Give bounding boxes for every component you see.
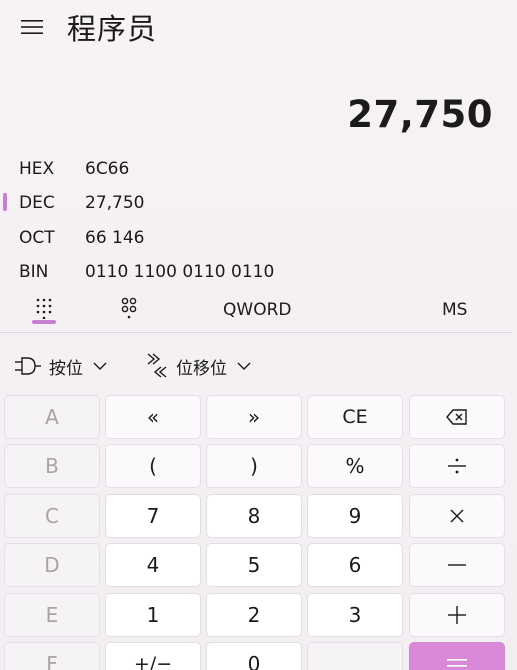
radix-label: DEC [19,193,55,213]
minus-icon [448,564,466,566]
radix-row-bin[interactable]: BIN 0110 1100 0110 0110 [0,256,400,286]
radix-value: 0110 1100 0110 0110 [85,262,275,282]
clear-entry-button[interactable]: CE [307,395,403,439]
backspace-icon [446,409,467,425]
percent-button[interactable]: % [307,444,403,488]
decimal-button[interactable] [307,642,403,670]
key-a[interactable]: A [4,395,100,439]
key-b[interactable]: B [4,444,100,488]
memory-store-button[interactable]: MS [442,300,467,320]
keypad-grid-icon [36,298,52,319]
radix-row-hex[interactable]: HEX 6C66 [0,153,400,183]
selection-indicator [3,193,7,211]
divide-icon [448,458,466,474]
subtract-button[interactable] [409,543,505,587]
tab-bit-toggling-keypad[interactable] [113,292,145,324]
hamburger-icon [21,20,43,34]
bitshift-dropdown[interactable]: 位移位 [146,349,251,383]
key-c[interactable]: C [4,494,100,538]
digit-5-button[interactable]: 5 [206,543,302,587]
digit-6-button[interactable]: 6 [307,543,403,587]
radix-value: 27,750 [85,193,145,213]
bit-shift-icon [147,353,167,378]
add-button[interactable] [409,593,505,637]
header: 程序员 [0,0,517,56]
digit-9-button[interactable]: 9 [307,494,403,538]
digit-7-button[interactable]: 7 [105,494,201,538]
chevron-down-icon [93,362,107,370]
radix-value: 6C66 [85,159,130,179]
digit-0-button[interactable]: 0 [206,642,302,670]
hamburger-menu-button[interactable] [14,10,50,44]
divider [0,332,513,333]
bitwise-label: 按位 [49,358,83,379]
calculator-window: 程序员 27,750 HEX 6C66 DEC 27,750 OCT 66 14… [0,0,517,670]
word-size-button[interactable]: QWORD [223,300,291,320]
right-shift-button[interactable]: » [206,395,302,439]
radix-row-dec[interactable]: DEC 27,750 [0,187,400,217]
multiply-button[interactable] [409,494,505,538]
key-d[interactable]: D [4,543,100,587]
multiply-icon [450,509,464,523]
bitshift-label: 位移位 [176,358,227,379]
right-paren-button[interactable]: ) [206,444,302,488]
digit-1-button[interactable]: 1 [105,593,201,637]
radix-label: BIN [19,262,49,282]
active-tab-indicator [32,320,56,324]
backspace-button[interactable] [409,395,505,439]
radix-value: 66 146 [85,228,145,248]
negate-button[interactable]: +/− [105,642,201,670]
radix-label: HEX [19,159,55,179]
chevron-down-icon [237,362,251,370]
digit-2-button[interactable]: 2 [206,593,302,637]
bit-toggle-icon [121,297,137,319]
left-shift-button[interactable]: « [105,395,201,439]
plus-icon [448,606,466,624]
page-title: 程序员 [67,12,158,46]
digit-8-button[interactable]: 8 [206,494,302,538]
key-e[interactable]: E [4,593,100,637]
digit-4-button[interactable]: 4 [105,543,201,587]
result-display: 27,750 [347,93,493,136]
key-f[interactable]: F [4,642,100,670]
divide-button[interactable] [409,444,505,488]
logic-gate-icon [15,357,41,375]
radix-label: OCT [19,228,55,248]
left-paren-button[interactable]: ( [105,444,201,488]
bitwise-dropdown[interactable]: 按位 [15,349,107,383]
digit-3-button[interactable]: 3 [307,593,403,637]
equals-icon [447,659,467,667]
radix-row-oct[interactable]: OCT 66 146 [0,222,400,252]
equals-button[interactable] [409,642,505,670]
